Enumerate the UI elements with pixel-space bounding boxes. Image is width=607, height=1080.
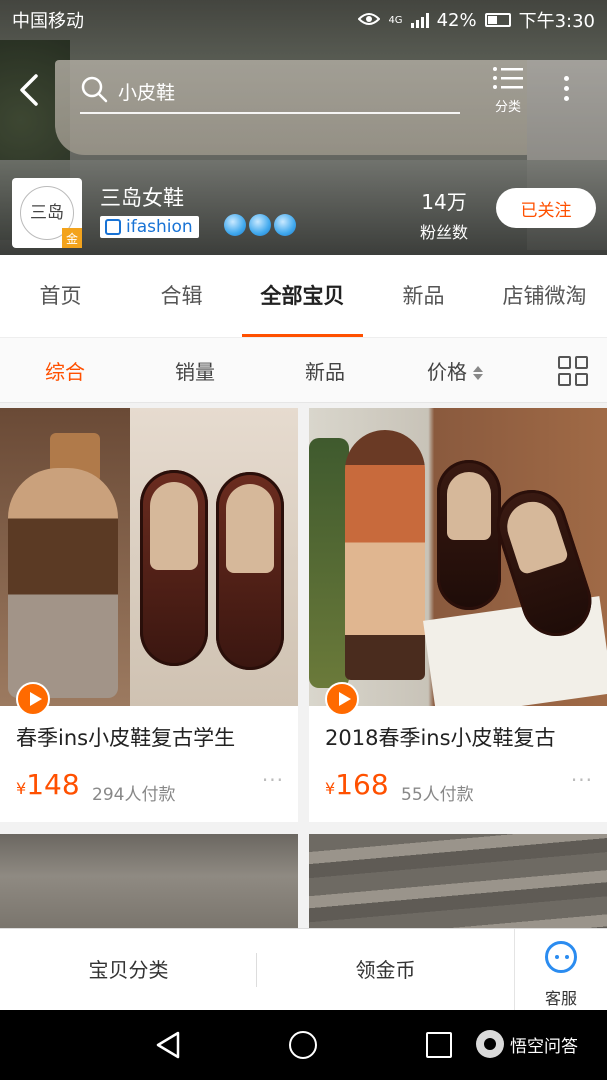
gold-badge: 金 <box>62 228 82 248</box>
product-card[interactable]: 2018春季ins小皮鞋复古 ¥168 55人付款 ··· <box>309 408 607 822</box>
model-figure <box>8 468 118 698</box>
product-price: ¥168 <box>325 768 389 801</box>
tab-shop-feed[interactable]: 店铺微淘 <box>484 255 605 337</box>
fans-label: 粉丝数 <box>419 223 468 242</box>
customer-service-label: 客服 <box>544 989 577 1008</box>
battery-icon <box>484 13 511 27</box>
shop-name: 三岛女鞋 <box>100 186 184 210</box>
category-button[interactable]: 分类 <box>486 66 530 115</box>
loafer-left <box>140 470 208 666</box>
battery-percent: 42% <box>436 9 477 31</box>
nav-back-icon[interactable] <box>154 1030 182 1064</box>
product-image[interactable] <box>309 834 607 928</box>
more-dot <box>563 96 569 101</box>
ifashion-icon <box>105 219 121 235</box>
currency-symbol: ¥ <box>325 779 336 798</box>
shop-rating-crowns <box>224 214 296 236</box>
more-options-icon[interactable]: ··· <box>262 768 284 792</box>
fans-count: 14万 粉丝数 <box>416 186 472 243</box>
product-card-partial[interactable] <box>0 834 298 928</box>
shop-tabs: 首页 合辑 全部宝贝 新品 店铺微淘 <box>0 255 607 337</box>
grid-view-icon[interactable] <box>558 356 588 386</box>
product-image[interactable] <box>0 834 298 928</box>
product-image[interactable] <box>309 408 607 706</box>
sort-overall[interactable]: 综合 <box>0 356 130 385</box>
status-bar: 中国移动 4G 42% 下午3:30 <box>0 0 607 40</box>
back-arrow-icon <box>20 74 38 106</box>
sort-price-label: 价格 <box>427 359 467 384</box>
crown-icon <box>274 214 296 236</box>
more-options-icon[interactable]: ··· <box>571 768 593 792</box>
network-label: 4G <box>388 14 403 26</box>
crown-icon <box>224 214 246 236</box>
clock: 下午3:30 <box>518 11 595 32</box>
video-play-icon[interactable] <box>16 682 50 716</box>
maryjane-left <box>437 460 501 610</box>
ifashion-label: ifashion <box>126 217 193 237</box>
collect-coins-button[interactable]: 领金币 <box>257 929 514 1010</box>
crown-icon <box>249 214 271 236</box>
product-title: 2018春季ins小皮鞋复古 <box>325 726 556 750</box>
watermark: 悟空问答 <box>476 1030 578 1058</box>
eye-icon <box>358 10 381 31</box>
more-dot <box>563 86 569 91</box>
chat-bubble-icon <box>545 941 577 973</box>
nav-home-icon[interactable] <box>289 1031 317 1059</box>
price-value: 168 <box>335 768 389 801</box>
sold-count: 294人付款 <box>92 785 176 805</box>
plant <box>309 438 349 688</box>
tab-new[interactable]: 新品 <box>363 255 484 337</box>
list-icon <box>493 67 523 89</box>
model-figure <box>345 430 425 680</box>
back-button[interactable] <box>16 72 46 108</box>
product-title: 春季ins小皮鞋复古学生 <box>16 726 236 750</box>
sort-arrows-icon <box>473 366 483 380</box>
nav-recent-icon[interactable] <box>426 1032 452 1058</box>
customer-service-button[interactable]: 客服 <box>514 929 607 1011</box>
more-button[interactable] <box>558 72 574 112</box>
more-dot <box>563 76 569 81</box>
search-query: 小皮鞋 <box>118 81 176 104</box>
fans-number: 14万 <box>421 190 467 214</box>
screen: 中国移动 4G 42% 下午3:30 小皮鞋 分类 三岛 金 三岛女鞋 ifas… <box>0 0 607 1080</box>
watermark-text: 悟空问答 <box>510 1036 578 1057</box>
shop-info: 三岛 金 三岛女鞋 ifashion 14万 粉丝数 已关注 <box>12 178 596 248</box>
ifashion-tag: ifashion <box>100 216 199 238</box>
product-image[interactable] <box>0 408 298 706</box>
category-label: 分类 <box>494 100 521 115</box>
sold-count: 55人付款 <box>401 785 474 805</box>
product-card-partial[interactable] <box>309 834 607 928</box>
tab-collections[interactable]: 合辑 <box>121 255 242 337</box>
shop-logo[interactable]: 三岛 金 <box>12 178 82 248</box>
shop-header: 中国移动 4G 42% 下午3:30 小皮鞋 分类 三岛 金 三岛女鞋 ifas… <box>0 0 607 255</box>
wukong-logo-icon <box>476 1030 504 1058</box>
video-play-icon[interactable] <box>325 682 359 716</box>
price-value: 148 <box>26 768 80 801</box>
product-card[interactable]: 春季ins小皮鞋复古学生 ¥148 294人付款 ··· <box>0 408 298 822</box>
signal-icon <box>410 12 429 28</box>
sort-bar: 综合 销量 新品 价格 <box>0 337 607 403</box>
bottom-action-bar: 宝贝分类 领金币 客服 <box>0 928 607 1011</box>
loafer-right <box>216 472 284 670</box>
sort-price[interactable]: 价格 <box>390 356 520 385</box>
search-icon <box>80 75 108 107</box>
follow-button[interactable]: 已关注 <box>496 188 596 228</box>
sort-new[interactable]: 新品 <box>260 356 390 385</box>
currency-symbol: ¥ <box>16 779 27 798</box>
carrier-label: 中国移动 <box>12 11 84 32</box>
item-category-button[interactable]: 宝贝分类 <box>0 929 257 1010</box>
sort-sales[interactable]: 销量 <box>130 356 260 385</box>
tab-home[interactable]: 首页 <box>0 255 121 337</box>
search-input[interactable]: 小皮鞋 <box>80 70 460 114</box>
tab-all-items[interactable]: 全部宝贝 <box>242 255 363 337</box>
product-price: ¥148 <box>16 768 80 801</box>
status-right: 4G 42% 下午3:30 <box>358 7 595 33</box>
top-bar: 小皮鞋 分类 <box>0 60 607 120</box>
